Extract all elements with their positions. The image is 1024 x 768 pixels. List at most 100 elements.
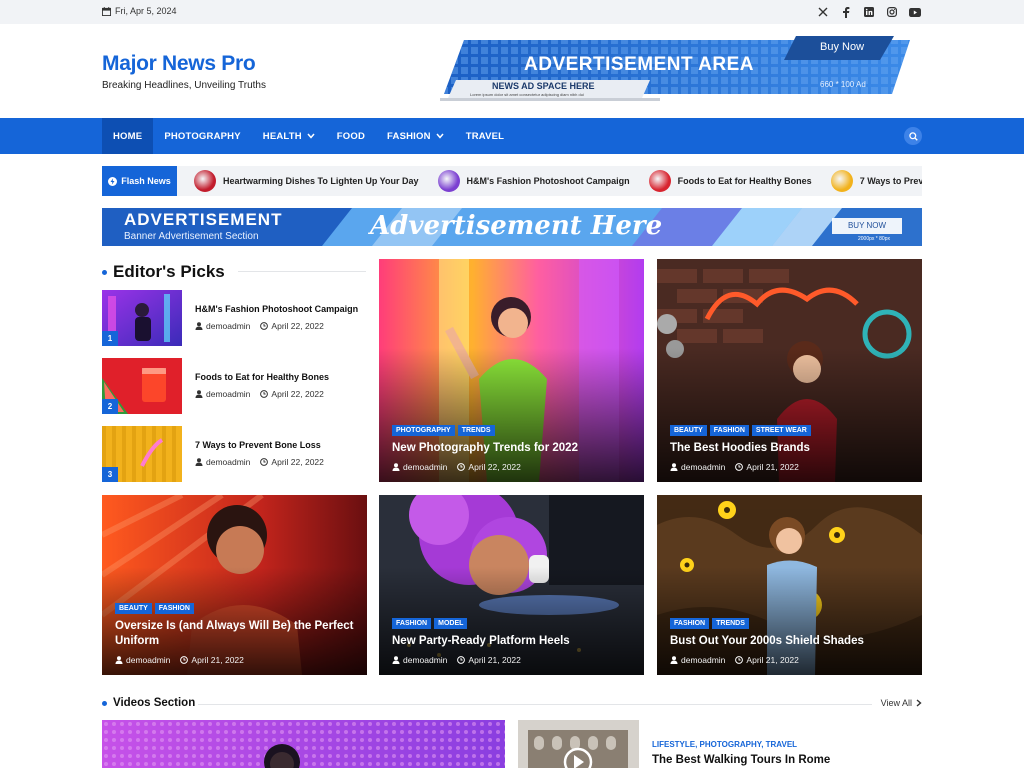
category-tag[interactable]: FASHION — [392, 618, 432, 629]
card-author[interactable]: demoadmin — [670, 655, 725, 665]
card-title[interactable]: New Party-Ready Platform Heels — [392, 634, 632, 649]
card-title[interactable]: The Best Hoodies Brands — [670, 441, 910, 456]
card-meta: demoadmin April 21, 2022 — [670, 655, 910, 665]
header-advertisement[interactable]: ADVERTISEMENT AREA Buy Now NEWS AD SPACE… — [440, 36, 912, 102]
pick-number: 2 — [102, 399, 118, 414]
header-ad-small-text: Lorem ipsum dolor sit amet consectetur a… — [470, 92, 584, 97]
flash-news-item[interactable]: Foods to Eat for Healthy Bones — [648, 170, 812, 192]
pick-author[interactable]: demoadmin — [195, 457, 250, 467]
flash-news-item[interactable]: 7 Ways to Prevent Bone Loss — [830, 170, 922, 192]
card-author[interactable]: demoadmin — [115, 655, 170, 665]
clock-icon — [457, 463, 466, 471]
category-tag[interactable]: FASHION — [154, 603, 194, 614]
site-title[interactable]: Major News Pro — [102, 52, 256, 76]
pick-date: April 22, 2022 — [260, 321, 324, 331]
nav-item-health[interactable]: HEALTH — [252, 118, 326, 154]
card-tags: BEAUTY FASHION STREET WEAR — [670, 425, 910, 436]
pick-number: 3 — [102, 467, 118, 482]
pick-author[interactable]: demoadmin — [195, 321, 250, 331]
card-tags: PHOTOGRAPHY TRENDS — [392, 425, 632, 436]
video-categories[interactable]: LIFESTYLE, PHOTOGRAPHY, TRAVEL — [652, 740, 797, 749]
card-author[interactable]: demoadmin — [392, 655, 447, 665]
facebook-icon[interactable] — [839, 5, 853, 19]
bolt-icon — [108, 176, 118, 186]
nav-item-travel[interactable]: TRAVEL — [455, 118, 516, 154]
category-tag[interactable]: PHOTOGRAPHY — [392, 425, 455, 436]
category-tag[interactable]: FASHION — [670, 618, 710, 629]
card-date-text: April 22, 2022 — [468, 462, 521, 472]
category-tag[interactable]: STREET WEAR — [751, 425, 811, 436]
clock-icon — [735, 463, 744, 471]
linkedin-icon[interactable] — [862, 5, 876, 19]
video-title[interactable]: The Best Walking Tours In Rome — [652, 754, 830, 766]
nav-item-label: FASHION — [387, 130, 431, 142]
nav-item-home[interactable]: HOME — [102, 118, 154, 154]
card-title[interactable]: Oversize Is (and Always Will Be) the Per… — [115, 619, 355, 649]
category-tag[interactable]: BEAUTY — [115, 603, 152, 614]
flash-news-text: Foods to Eat for Healthy Bones — [677, 176, 812, 186]
user-icon — [115, 656, 123, 664]
x-icon[interactable] — [816, 5, 830, 19]
card-date: April 21, 2022 — [735, 655, 799, 665]
pick-title[interactable]: 7 Ways to Prevent Bone Loss — [195, 440, 321, 450]
flash-news-thumbnail[interactable] — [194, 170, 216, 192]
header-ad-button[interactable]: Buy Now — [820, 41, 864, 53]
news-card[interactable]: FASHION MODEL New Party-Ready Platform H… — [379, 495, 644, 675]
card-date-text: April 21, 2022 — [746, 462, 799, 472]
category-tag[interactable]: MODEL — [434, 618, 468, 629]
flash-news-label-text: Flash News — [121, 176, 171, 186]
card-date: April 21, 2022 — [457, 655, 521, 665]
flash-news-thumbnail[interactable] — [437, 170, 460, 192]
news-card[interactable]: BEAUTY FASHION Oversize Is (and Always W… — [102, 495, 367, 675]
main-navigation: HOME PHOTOGRAPHY HEALTH FOOD FASHION TRAVEL — [0, 118, 1024, 154]
instagram-icon[interactable] — [885, 5, 899, 19]
video-thumbnail[interactable] — [518, 720, 639, 768]
flash-news-thumbnail[interactable] — [830, 170, 853, 192]
card-author[interactable]: demoadmin — [670, 462, 725, 472]
clock-icon — [260, 390, 269, 398]
category-tag[interactable]: TRENDS — [712, 618, 749, 629]
card-title[interactable]: Bust Out Your 2000s Shield Shades — [670, 634, 910, 649]
banner-advertisement[interactable]: ADVERTISEMENT Banner Advertisement Secti… — [102, 208, 922, 246]
banner-ad-button[interactable]: BUY NOW — [832, 221, 902, 230]
nav-item-photography[interactable]: PHOTOGRAPHY — [153, 118, 251, 154]
chevron-right-icon — [916, 699, 922, 707]
news-card[interactable]: PHOTOGRAPHY TRENDS New Photography Trend… — [379, 259, 644, 482]
editor-pick[interactable]: 1 H&M's Fashion Photoshoot Campaign demo… — [102, 290, 367, 346]
pick-number: 1 — [102, 331, 118, 346]
youtube-icon[interactable] — [908, 5, 922, 19]
user-icon — [195, 390, 203, 398]
nav-items: HOME PHOTOGRAPHY HEALTH FOOD FASHION TRAVEL — [102, 118, 515, 154]
category-tag[interactable]: BEAUTY — [670, 425, 707, 436]
card-title[interactable]: New Photography Trends for 2022 — [392, 441, 632, 456]
news-card[interactable]: BEAUTY FASHION STREET WEAR The Best Hood… — [657, 259, 922, 482]
nav-item-food[interactable]: FOOD — [326, 118, 376, 154]
search-button[interactable] — [904, 127, 922, 145]
pick-title[interactable]: H&M's Fashion Photoshoot Campaign — [195, 304, 358, 314]
card-date: April 21, 2022 — [180, 655, 244, 665]
card-tags: FASHION MODEL — [392, 618, 632, 629]
flash-news-thumbnail[interactable] — [648, 170, 671, 192]
featured-video[interactable] — [102, 720, 505, 768]
view-all-link[interactable]: View All — [881, 698, 922, 708]
pick-date-text: April 22, 2022 — [271, 389, 324, 399]
card-info: BEAUTY FASHION Oversize Is (and Always W… — [115, 603, 355, 665]
card-author[interactable]: demoadmin — [392, 462, 447, 472]
pick-date: April 22, 2022 — [260, 389, 324, 399]
news-card[interactable]: FASHION TRENDS Bust Out Your 2000s Shiel… — [657, 495, 922, 675]
editor-pick[interactable]: 2 Foods to Eat for Healthy Bones demoadm… — [102, 358, 367, 414]
category-tag[interactable]: FASHION — [709, 425, 749, 436]
flash-news-item[interactable]: Heartwarming Dishes To Lighten Up Your D… — [194, 170, 419, 192]
view-all-text: View All — [880, 698, 912, 708]
pick-author[interactable]: demoadmin — [195, 389, 250, 399]
pick-meta: demoadmin April 22, 2022 — [195, 321, 330, 331]
flash-news-item[interactable]: H&M's Fashion Photoshoot Campaign — [437, 170, 630, 192]
featured-video-thumbnail — [102, 720, 505, 768]
heading-dot — [102, 700, 107, 706]
nav-item-fashion[interactable]: FASHION — [376, 118, 455, 154]
pick-title[interactable]: Foods to Eat for Healthy Bones — [195, 372, 329, 382]
flash-news-text: H&M's Fashion Photoshoot Campaign — [466, 176, 630, 186]
category-tag[interactable]: TRENDS — [457, 425, 495, 436]
pick-author-name: demoadmin — [206, 321, 251, 331]
editor-pick[interactable]: 3 7 Ways to Prevent Bone Loss demoadmin … — [102, 426, 367, 482]
